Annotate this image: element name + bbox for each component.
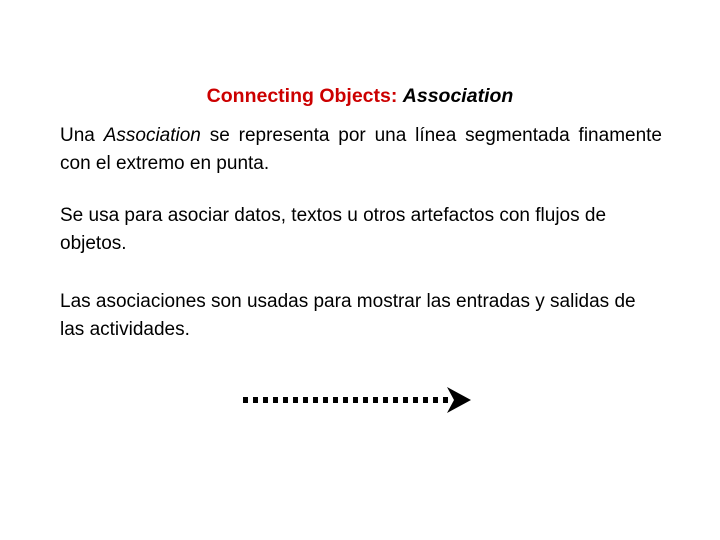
association-arrow-graphic [238, 378, 478, 422]
paragraph-definition-inner: Una Association se representa por una lí… [60, 122, 662, 178]
association-arrowhead [447, 387, 471, 413]
slide-canvas: Connecting Objects: Association Una Asso… [0, 0, 720, 540]
page-title: Connecting Objects: Association [0, 84, 720, 108]
paragraph-definition-lead: Una [60, 125, 104, 146]
title-separator: : [390, 85, 398, 107]
paragraph-usage: Se usa para asociar datos, textos u otro… [60, 205, 607, 254]
term-association: Association [103, 125, 201, 146]
paragraph-inputs-outputs: Las asociaciones son usadas para mostrar… [60, 291, 636, 340]
title-emphasis-text: Association [402, 85, 514, 107]
title-primary-text: Connecting Objects [206, 85, 391, 107]
paragraph-definition: Una Association se representa por una lí… [60, 122, 662, 178]
